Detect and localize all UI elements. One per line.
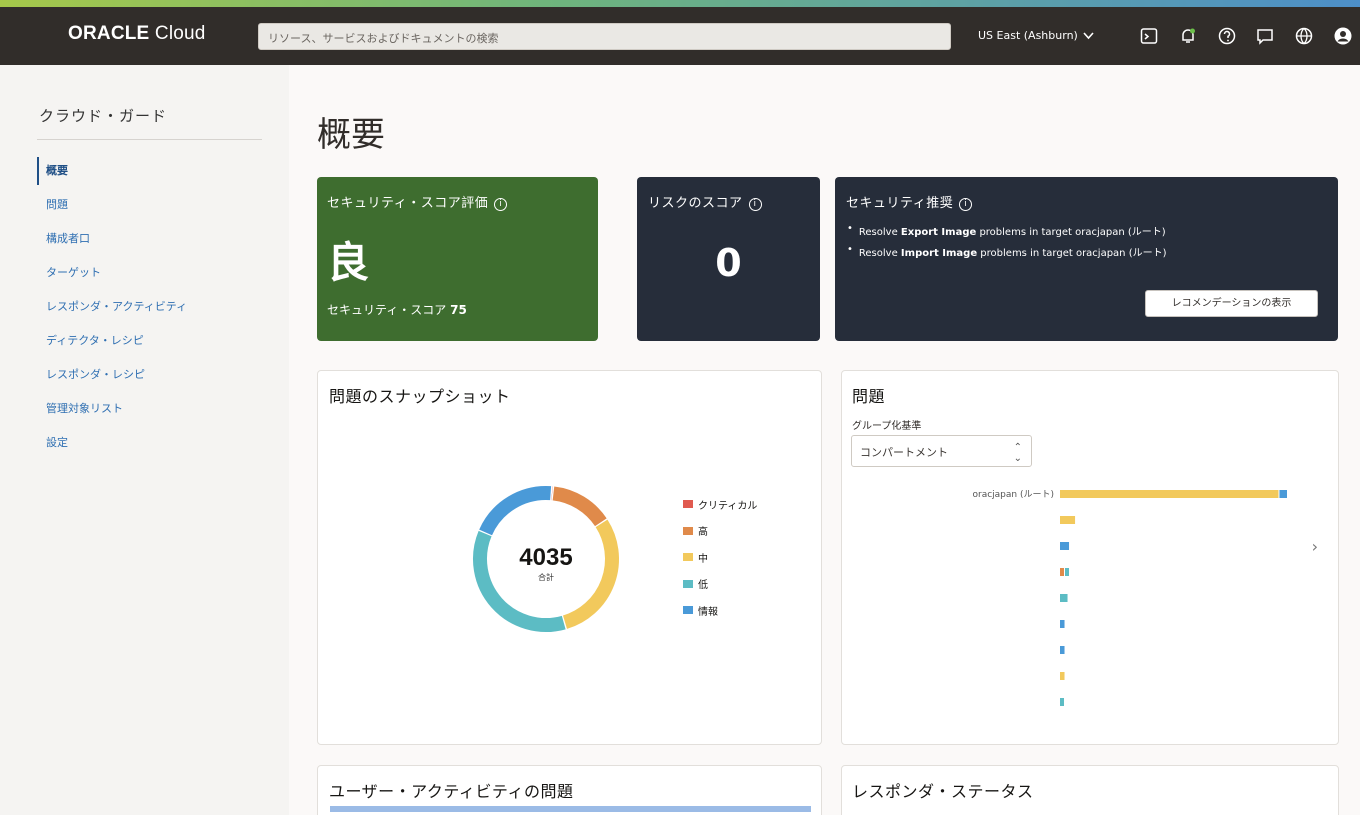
bell-icon[interactable]	[1178, 26, 1198, 46]
sidebar-item-problems[interactable]: 問題	[37, 191, 187, 225]
sidebar: クラウド・ガード 概要 問題 構成者口 ターゲット レスポンダ・アクティビティ …	[0, 65, 289, 815]
donut-slice[interactable]	[479, 486, 552, 536]
bar-segment[interactable]	[1060, 620, 1065, 628]
security-score-value: 75	[450, 303, 467, 317]
risk-score-value: 0	[715, 241, 742, 285]
info-icon[interactable]: i	[494, 198, 508, 211]
top-header: ORACLE Cloud リソース、サービスおよびドキュメントの検索 US Ea…	[0, 7, 1360, 65]
sidebar-item-managed-lists[interactable]: 管理対象リスト	[37, 395, 187, 429]
region-selector[interactable]: US East (Ashburn)	[978, 29, 1094, 42]
bar-segment[interactable]	[1060, 672, 1065, 680]
legend-item-info[interactable]: 情報	[683, 597, 757, 624]
bar-segment[interactable]	[1060, 542, 1070, 550]
search-input[interactable]: リソース、サービスおよびドキュメントの検索	[258, 23, 951, 50]
legend-item-medium[interactable]: 中	[683, 544, 757, 571]
responder-status-card: レスポンダ・ステータス	[841, 765, 1339, 815]
problem-snapshot-card: 問題のスナップショット 4035 合計 クリティカル 高 中 低 情報	[317, 370, 822, 745]
page-title: 概要	[317, 115, 385, 155]
security-recommendations-card: セキュリティ推奨i Resolve Export Image problems …	[835, 177, 1338, 341]
help-icon[interactable]	[1217, 26, 1237, 46]
oracle-cloud-logo[interactable]: ORACLE Cloud	[68, 23, 206, 45]
donut-total: 4035	[519, 544, 572, 571]
select-arrows-icon: ⌃ ⌄	[1013, 442, 1022, 464]
sidebar-item-targets[interactable]: ターゲット	[37, 259, 187, 293]
sidebar-item-detector-recipes[interactable]: ディテクタ・レシピ	[37, 327, 187, 361]
region-label: US East (Ashburn)	[978, 29, 1078, 42]
security-score-line: セキュリティ・スコア 75	[327, 303, 467, 317]
recommendation-item[interactable]: Resolve Import Image problems in target …	[847, 244, 1167, 259]
sidebar-title: クラウド・ガード	[39, 107, 168, 125]
donut-slice[interactable]	[552, 486, 607, 527]
bar-segment[interactable]	[1060, 698, 1064, 706]
donut-slice[interactable]	[562, 519, 619, 629]
cloud-shell-icon[interactable]	[1139, 26, 1159, 46]
security-score-card: セキュリティ・スコア評価 i 良 セキュリティ・スコア 75	[317, 177, 598, 341]
bar-segment[interactable]	[1060, 594, 1068, 602]
group-by-select[interactable]: コンパートメント ⌃ ⌄	[851, 435, 1032, 467]
info-icon[interactable]: i	[959, 198, 973, 211]
sidebar-item-settings[interactable]: 設定	[37, 429, 187, 463]
bar-segment[interactable]	[1279, 490, 1287, 498]
bar-segment[interactable]	[1060, 516, 1076, 524]
bar-category-label: oracjapan (ルート)	[972, 490, 1054, 500]
bar-segment[interactable]	[1060, 646, 1065, 654]
chevron-down-icon	[1083, 31, 1094, 39]
recommendations-heading: セキュリティ推奨 i	[846, 192, 973, 211]
sidebar-divider	[37, 139, 262, 140]
snapshot-donut-chart: 4035 合計	[473, 486, 619, 632]
donut-total-label: 合計	[538, 572, 554, 582]
snapshot-legend: クリティカル 高 中 低 情報	[683, 491, 757, 624]
risk-score-heading: リスクのスコア i	[648, 192, 762, 211]
bar-segment[interactable]	[1060, 490, 1279, 498]
recommendations-list: Resolve Export Image problems in target …	[847, 223, 1167, 265]
recommendation-item[interactable]: Resolve Export Image problems in target …	[847, 223, 1167, 238]
main-content: 概要 セキュリティ・スコア評価 i 良 セキュリティ・スコア 75 リスクのスコア…	[289, 65, 1360, 815]
legend-item-low[interactable]: 低	[683, 571, 757, 598]
bar-segment[interactable]	[1065, 568, 1069, 576]
group-by-label: グループ化基準	[852, 421, 922, 432]
sidebar-nav: 概要 問題 構成者口 ターゲット レスポンダ・アクティビティ ディテクタ・レシピ…	[37, 157, 187, 463]
bar-segment[interactable]	[1060, 568, 1064, 576]
security-score-heading: セキュリティ・スコア評価 i	[327, 192, 508, 211]
problems-card: 問題 グループ化基準 コンパートメント ⌃ ⌄ oracjapan (ルート) ›	[841, 370, 1339, 745]
globe-icon[interactable]	[1294, 26, 1314, 46]
legend-item-critical[interactable]: クリティカル	[683, 491, 757, 518]
view-recommendations-button[interactable]: レコメンデーションの表示	[1145, 290, 1318, 317]
user-activity-heading: ユーザー・アクティビティの問題	[329, 782, 574, 801]
security-grade: 良	[327, 238, 370, 287]
risk-score-card: リスクのスコア i 0	[637, 177, 820, 341]
snapshot-heading: 問題のスナップショット	[329, 387, 511, 406]
sidebar-item-responder-recipes[interactable]: レスポンダ・レシピ	[37, 361, 187, 395]
profile-icon[interactable]	[1333, 26, 1353, 46]
user-activity-card: ユーザー・アクティビティの問題	[317, 765, 822, 815]
chevron-right-icon[interactable]: ›	[1312, 537, 1318, 556]
problems-bar-chart: oracjapan (ルート)	[972, 490, 1287, 706]
sidebar-item-responder-activity[interactable]: レスポンダ・アクティビティ	[37, 293, 187, 327]
problems-heading: 問題	[852, 387, 886, 406]
top-gradient-strip	[0, 0, 1360, 7]
legend-item-high[interactable]: 高	[683, 518, 757, 545]
sidebar-item-overview[interactable]: 概要	[37, 157, 187, 191]
info-icon[interactable]: i	[748, 198, 762, 211]
sidebar-item-recommendations[interactable]: 構成者口	[37, 225, 187, 259]
responder-status-heading: レスポンダ・ステータス	[852, 782, 1034, 801]
chat-icon[interactable]	[1255, 26, 1275, 46]
user-activity-bar	[330, 806, 811, 812]
